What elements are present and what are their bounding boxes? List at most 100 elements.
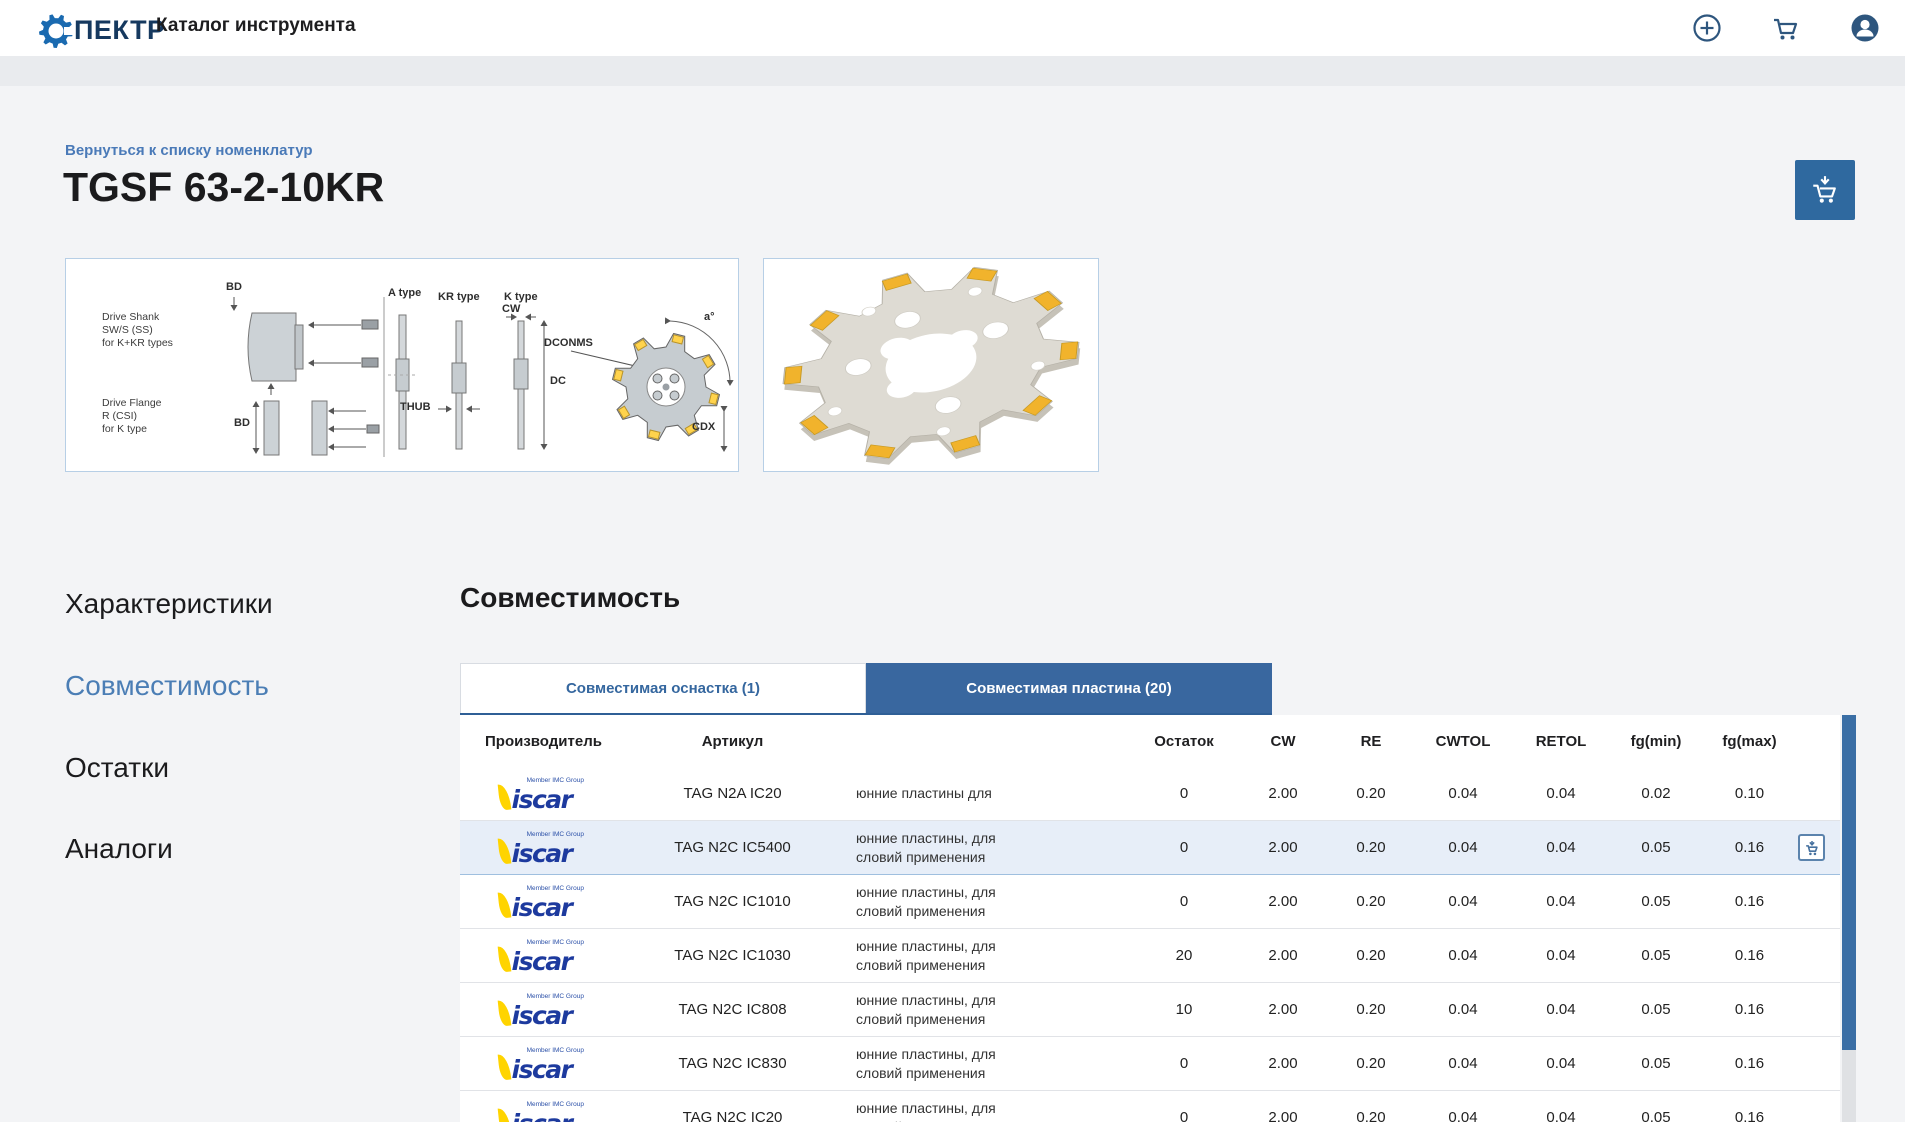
table-row[interactable]: Member IMC Group iscar TAG N2A IC20 юнни… bbox=[460, 767, 1840, 821]
cell-article: TAG N2C IC1010 bbox=[610, 874, 855, 929]
cell-fgmin: 0.05 bbox=[1610, 1090, 1702, 1122]
iscar-logo: Member IMC Group iscar bbox=[480, 1047, 590, 1082]
iscar-member-text: Member IMC Group bbox=[526, 993, 584, 1000]
cell-cwtol: 0.04 bbox=[1414, 928, 1512, 983]
cell-article: TAG N2C IC830 bbox=[610, 1036, 855, 1091]
cell-cw: 2.00 bbox=[1238, 820, 1328, 875]
col-article: Артикул bbox=[610, 715, 855, 767]
table-row[interactable]: Member IMC Group iscar TAG N2C IC20 юнни… bbox=[460, 1090, 1840, 1122]
tab-compatible-insert[interactable]: Совместимая пластина (20) bbox=[866, 663, 1272, 713]
cell-actions bbox=[1797, 767, 1840, 821]
drawing-label-a-type: A type bbox=[388, 287, 422, 299]
cell-re: 0.20 bbox=[1328, 928, 1414, 983]
drawing-label-kr-type: KR type bbox=[438, 291, 480, 303]
cell-cwtol: 0.04 bbox=[1414, 1090, 1512, 1122]
user-avatar-icon[interactable] bbox=[1848, 11, 1882, 45]
iscar-logo: Member IMC Group iscar bbox=[480, 993, 590, 1030]
spektr-logo[interactable]: ПЕКТР bbox=[36, 10, 166, 50]
cell-fgmin: 0.05 bbox=[1610, 928, 1702, 983]
row-add-to-cart-button[interactable] bbox=[1798, 834, 1825, 861]
nav-catalog-link[interactable]: Каталог инструмента bbox=[156, 15, 356, 37]
add-to-cart-icon bbox=[1813, 176, 1836, 203]
cell-cwtol: 0.04 bbox=[1414, 874, 1512, 929]
cell-description: юнние пластины, длясловий применения bbox=[855, 820, 1130, 875]
cell-actions bbox=[1797, 982, 1840, 1037]
table-scrollbar[interactable] bbox=[1842, 715, 1856, 1122]
iscar-logo: Member IMC Group iscar bbox=[480, 885, 590, 922]
iscar-logo: Member IMC Group iscar bbox=[480, 939, 590, 974]
col-cwtol: CWTOL bbox=[1414, 715, 1512, 767]
cell-cw: 2.00 bbox=[1238, 1036, 1328, 1091]
iscar-flame-icon bbox=[497, 837, 511, 865]
iscar-wordmark: iscar bbox=[511, 1000, 573, 1030]
table-scrollbar-thumb[interactable] bbox=[1842, 715, 1856, 1050]
table-row[interactable]: Member IMC Group iscar TAG N2C IC5400 юн… bbox=[460, 820, 1840, 875]
cell-re: 0.20 bbox=[1328, 820, 1414, 875]
cell-cwtol: 0.04 bbox=[1414, 767, 1512, 821]
table-row[interactable]: Member IMC Group iscar TAG N2C IC808 юнн… bbox=[460, 982, 1840, 1037]
col-stock: Остаток bbox=[1130, 715, 1238, 767]
cell-description: юнние пластины, длясловий применения bbox=[855, 928, 1130, 983]
cell-re: 0.20 bbox=[1328, 1036, 1414, 1091]
cell-re: 0.20 bbox=[1328, 767, 1414, 821]
back-to-list-link[interactable]: Вернуться к списку номенклатур bbox=[65, 142, 313, 159]
table-row[interactable]: Member IMC Group iscar TAG N2C IC1010 юн… bbox=[460, 874, 1840, 929]
cell-retol: 0.04 bbox=[1512, 874, 1610, 929]
header-shadow-band bbox=[0, 56, 1905, 86]
sidebar-item-stock[interactable]: Остатки bbox=[65, 752, 169, 784]
cell-retol: 0.04 bbox=[1512, 928, 1610, 983]
iscar-flame-icon bbox=[497, 1107, 511, 1122]
table-row[interactable]: Member IMC Group iscar TAG N2C IC1030 юн… bbox=[460, 928, 1840, 983]
product-page: ПЕКТР Каталог инструмента Вернуться к сп… bbox=[0, 0, 1905, 1122]
cell-article: TAG N2C IC1030 bbox=[610, 928, 855, 983]
cell-fgmin: 0.05 bbox=[1610, 874, 1702, 929]
cell-cw: 2.00 bbox=[1238, 767, 1328, 821]
cell-article: TAG N2C IC5400 bbox=[610, 820, 855, 875]
iscar-member-text: Member IMC Group bbox=[526, 1047, 584, 1054]
iscar-wordmark: iscar bbox=[512, 1111, 573, 1122]
top-bar: ПЕКТР Каталог инструмента bbox=[0, 0, 1905, 56]
cell-article: TAG N2C IC20 bbox=[610, 1090, 855, 1122]
cell-article: TAG N2C IC808 bbox=[610, 982, 855, 1037]
cell-fgmax: 0.16 bbox=[1702, 928, 1797, 983]
table-row[interactable]: Member IMC Group iscar TAG N2C IC830 юнн… bbox=[460, 1036, 1840, 1091]
iscar-logo: Member IMC Group iscar bbox=[480, 1101, 590, 1122]
col-manufacturer: Производитель bbox=[460, 715, 610, 767]
iscar-member-text: Member IMC Group bbox=[526, 939, 584, 946]
col-cw: CW bbox=[1238, 715, 1328, 767]
page-title: TGSF 63-2-10KR bbox=[63, 164, 385, 210]
sidebar-item-analogs[interactable]: Аналоги bbox=[65, 833, 173, 865]
cell-description: юнние пластины, длясловий применения bbox=[855, 982, 1130, 1037]
tab-compatible-tooling[interactable]: Совместимая оснастка (1) bbox=[460, 663, 866, 713]
sidebar-item-compatibility[interactable]: Совместимость bbox=[65, 670, 269, 702]
compatibility-table: Производитель Артикул Остаток CW RE CWTO… bbox=[460, 715, 1840, 1122]
drawing-label-bd-top: BD bbox=[226, 281, 242, 293]
section-title: Совместимость bbox=[460, 582, 681, 613]
cell-actions bbox=[1797, 820, 1840, 875]
cell-description: юнние пластины, длясловий применения bbox=[855, 1036, 1130, 1091]
cell-actions bbox=[1797, 1090, 1840, 1122]
compatibility-tabs: Совместимая оснастка (1) Совместимая пла… bbox=[460, 663, 1272, 715]
cell-retol: 0.04 bbox=[1512, 982, 1610, 1037]
cell-stock: 0 bbox=[1130, 1036, 1238, 1091]
iscar-flame-icon bbox=[497, 891, 511, 919]
product-photo-svg bbox=[782, 266, 1081, 465]
add-plus-icon[interactable] bbox=[1690, 11, 1724, 45]
drawing-label-bd-bottom: BD bbox=[234, 417, 250, 429]
cell-fgmax: 0.10 bbox=[1702, 767, 1797, 821]
iscar-wordmark: iscar bbox=[511, 892, 573, 922]
iscar-member-text: Member IMC Group bbox=[526, 885, 584, 892]
sidebar-item-characteristics[interactable]: Характеристики bbox=[65, 588, 273, 620]
col-fgmin: fg(min) bbox=[1610, 715, 1702, 767]
cell-fgmax: 0.16 bbox=[1702, 874, 1797, 929]
cell-retol: 0.04 bbox=[1512, 1090, 1610, 1122]
iscar-member-text: Member IMC Group bbox=[526, 831, 584, 838]
col-re: RE bbox=[1328, 715, 1414, 767]
iscar-flame-icon bbox=[497, 783, 511, 811]
cell-re: 0.20 bbox=[1328, 982, 1414, 1037]
cell-cw: 2.00 bbox=[1238, 1090, 1328, 1122]
add-to-cart-button[interactable] bbox=[1795, 160, 1855, 220]
iscar-logo: Member IMC Group iscar bbox=[480, 777, 590, 812]
cart-icon[interactable] bbox=[1768, 11, 1802, 45]
iscar-logo: Member IMC Group iscar bbox=[480, 831, 590, 866]
